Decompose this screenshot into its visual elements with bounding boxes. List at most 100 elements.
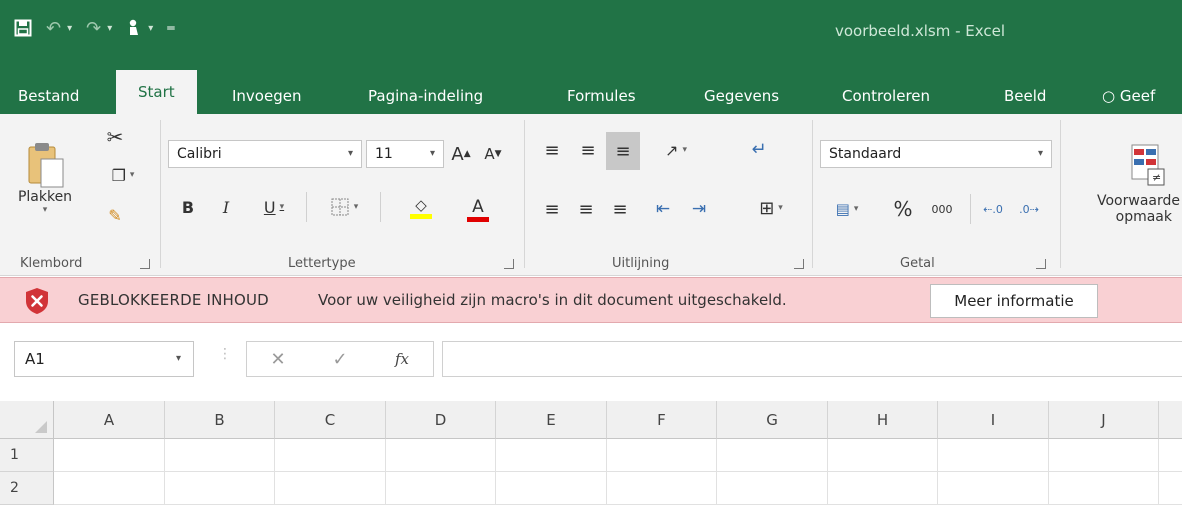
cell-e1[interactable] (496, 439, 607, 472)
bold-button[interactable]: B (176, 192, 200, 222)
tab-bestand[interactable]: Bestand (14, 78, 83, 114)
cell-a2[interactable] (54, 472, 165, 505)
accounting-format-button[interactable]: ▤ ▾ (822, 194, 872, 224)
increase-decimal-button[interactable]: ⇠.0 (978, 194, 1008, 224)
insert-function-icon[interactable]: fx (371, 350, 433, 368)
align-right-button[interactable]: ≡ (606, 194, 634, 224)
cell-e2[interactable] (496, 472, 607, 505)
font-launcher-icon[interactable] (504, 259, 514, 269)
tab-start[interactable]: Start (116, 70, 197, 114)
decrease-decimal-button[interactable]: .0⇢ (1014, 194, 1044, 224)
font-name-combo[interactable]: Calibri ▾ (168, 140, 362, 168)
align-center-button[interactable]: ≡ (572, 194, 600, 224)
align-top-button[interactable]: ≡ (538, 134, 566, 166)
cell-i1[interactable] (938, 439, 1049, 472)
customize-qat-icon[interactable]: ═ (167, 21, 174, 35)
merge-center-button[interactable]: ⊞ ▾ (742, 192, 800, 224)
column-header-partial[interactable] (1159, 401, 1182, 439)
comma-style-button[interactable]: 000 (922, 194, 962, 224)
tab-formules[interactable]: Formules (563, 78, 640, 114)
cell-j2[interactable] (1049, 472, 1159, 505)
formula-bar-grip[interactable]: ⋮ (218, 347, 232, 361)
align-middle-button[interactable]: ≡ (574, 134, 602, 166)
column-header-f[interactable]: F (607, 401, 717, 439)
cell-k1[interactable] (1159, 439, 1182, 472)
cell-d1[interactable] (386, 439, 496, 472)
cell-b1[interactable] (165, 439, 275, 472)
increase-indent-button[interactable]: ⇥ (684, 194, 714, 224)
cell-c1[interactable] (275, 439, 386, 472)
copy-button[interactable]: ❐ ▾ (100, 160, 146, 190)
tell-me[interactable]: ○ Geef (1098, 78, 1159, 114)
row-header-1[interactable]: 1 (0, 439, 54, 472)
decrease-indent-button[interactable]: ⇤ (648, 194, 678, 224)
separator (970, 194, 971, 224)
percent-style-button[interactable]: % (888, 194, 918, 224)
cell-i2[interactable] (938, 472, 1049, 505)
redo-icon[interactable]: ↷ (86, 18, 101, 39)
paste-button[interactable]: Plakken ▾ (12, 124, 78, 232)
cut-button[interactable]: ✂ (100, 122, 130, 152)
align-bottom-button[interactable]: ≡ (606, 132, 640, 170)
clipboard-launcher-icon[interactable] (140, 259, 150, 269)
undo-dropdown-icon[interactable]: ▾ (67, 23, 72, 34)
cell-h2[interactable] (828, 472, 938, 505)
column-header-j[interactable]: J (1049, 401, 1159, 439)
wrap-text-icon: ↵ (751, 138, 767, 160)
cell-b2[interactable] (165, 472, 275, 505)
more-info-button[interactable]: Meer informatie (930, 284, 1098, 318)
cell-j1[interactable] (1049, 439, 1159, 472)
tab-pagina-indeling[interactable]: Pagina-indeling (364, 78, 487, 114)
name-box[interactable]: A1 ▾ (14, 341, 194, 377)
cell-f2[interactable] (607, 472, 717, 505)
number-format-combo[interactable]: Standaard ▾ (820, 140, 1052, 168)
column-header-a[interactable]: A (54, 401, 165, 439)
conditional-formatting-button[interactable]: ≠ Voorwaarde opmaak (1090, 122, 1180, 246)
save-icon[interactable] (14, 19, 32, 37)
row-header-2[interactable]: 2 (0, 472, 54, 505)
tab-controleren[interactable]: Controleren (838, 78, 934, 114)
tab-invoegen[interactable]: Invoegen (228, 78, 305, 114)
cell-f1[interactable] (607, 439, 717, 472)
number-launcher-icon[interactable] (1036, 259, 1046, 269)
borders-button[interactable]: ▾ (318, 192, 370, 222)
undo-icon[interactable]: ↶ (46, 18, 61, 39)
orientation-button[interactable]: ↗ ▾ (650, 134, 702, 166)
tab-beeld[interactable]: Beeld (1000, 78, 1050, 114)
increase-indent-icon: ⇥ (691, 199, 707, 219)
cell-h1[interactable] (828, 439, 938, 472)
orientation-icon: ↗ (665, 140, 679, 160)
italic-button[interactable]: I (214, 192, 238, 222)
cell-d2[interactable] (386, 472, 496, 505)
column-header-d[interactable]: D (386, 401, 496, 439)
touch-mode-icon[interactable] (126, 18, 142, 38)
column-header-e[interactable]: E (496, 401, 607, 439)
shrink-font-button[interactable]: A ▼ (480, 140, 506, 168)
cell-c2[interactable] (275, 472, 386, 505)
column-header-i[interactable]: I (938, 401, 1049, 439)
select-all-corner[interactable] (0, 401, 54, 439)
column-header-b[interactable]: B (165, 401, 275, 439)
column-header-c[interactable]: C (275, 401, 386, 439)
redo-dropdown-icon[interactable]: ▾ (107, 23, 112, 34)
fill-color-button[interactable]: ◇ (396, 190, 446, 224)
cell-g2[interactable] (717, 472, 828, 505)
cancel-icon[interactable]: ✕ (247, 349, 309, 370)
enter-check-icon[interactable]: ✓ (309, 349, 371, 370)
underline-button[interactable]: U ▾ (252, 192, 296, 222)
alignment-launcher-icon[interactable] (794, 259, 804, 269)
column-header-h[interactable]: H (828, 401, 938, 439)
column-header-g[interactable]: G (717, 401, 828, 439)
grow-font-button[interactable]: A ▲ (448, 140, 474, 168)
align-left-button[interactable]: ≡ (538, 194, 566, 224)
tab-gegevens[interactable]: Gegevens (700, 78, 783, 114)
touch-mode-dropdown-icon[interactable]: ▾ (148, 23, 153, 34)
font-size-combo[interactable]: 11 ▾ (366, 140, 444, 168)
font-color-button[interactable]: A (450, 192, 506, 226)
cell-g1[interactable] (717, 439, 828, 472)
cell-k2[interactable] (1159, 472, 1182, 505)
cell-a1[interactable] (54, 439, 165, 472)
format-painter-button[interactable]: ✎ (100, 200, 130, 230)
formula-input[interactable] (442, 341, 1182, 377)
wrap-text-button[interactable]: ↵ (742, 132, 776, 166)
